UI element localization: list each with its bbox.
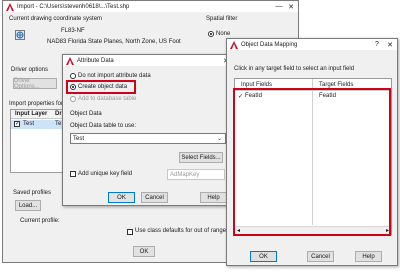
attribute-titlebar: Attribute Data ✕ <box>63 55 233 66</box>
saved-profiles-label: Saved profiles <box>13 190 52 196</box>
object-data-mapping-dialog: Object Data Mapping ? ✕ Click in any tar… <box>226 38 398 266</box>
current-coord-label: Current drawing coordinate system <box>9 16 103 22</box>
layer-table: Input Layer Dr ✓ Test Te <box>10 109 66 173</box>
object-data-table-select[interactable]: Test ⌄ <box>70 133 226 144</box>
attribute-ok-button[interactable]: OK <box>108 192 135 203</box>
close-icon[interactable]: ✕ <box>384 39 396 50</box>
key-field-input[interactable]: AdMapKey <box>167 169 225 180</box>
row-checkbox[interactable]: ✓ <box>14 121 20 127</box>
mapping-instruction: Click in any target field to select an i… <box>234 66 355 72</box>
layer-table-header: Input Layer Dr <box>11 110 65 119</box>
object-data-label: Object Data <box>70 111 102 117</box>
mapping-help-button[interactable]: Help <box>355 251 382 262</box>
unique-key-label: Add unique key field <box>78 171 133 177</box>
mapping-title: Object Data Mapping <box>241 41 298 48</box>
class-defaults-checkbox[interactable] <box>127 229 133 235</box>
unique-key-checkbox[interactable] <box>70 171 76 177</box>
database-table-radio[interactable] <box>70 96 76 102</box>
autocad-logo-icon <box>66 56 74 65</box>
select-fields-button[interactable]: Select Fields... <box>179 152 223 163</box>
no-attribute-label: Do not import attribute data <box>78 73 151 79</box>
driver-options-button[interactable]: Driver Options... <box>13 78 57 90</box>
minimize-icon[interactable]: — <box>273 1 285 12</box>
close-icon[interactable]: ✕ <box>285 1 297 12</box>
col-drawing[interactable]: Dr <box>55 111 62 117</box>
coord-description: NAD83 Florida State Planes, North Zone, … <box>47 39 181 45</box>
attribute-cancel-button[interactable]: Cancel <box>141 192 168 203</box>
autocad-logo-icon <box>230 40 238 49</box>
chevron-down-icon: ⌄ <box>216 136 222 142</box>
import-ok-button[interactable]: OK <box>133 246 155 257</box>
row-drawing: Te <box>55 121 62 127</box>
table-row[interactable]: ✓ Test Te <box>11 120 65 129</box>
spatial-none-radio[interactable] <box>208 31 214 37</box>
col-input-layer[interactable]: Input Layer <box>15 111 47 117</box>
help-icon[interactable]: ? <box>371 39 383 50</box>
object-data-table-value: Test <box>73 135 85 142</box>
mapping-cancel-button[interactable]: Cancel <box>307 251 334 262</box>
coord-code: FL83-NF <box>61 28 85 34</box>
coordinate-icon[interactable] <box>15 30 25 40</box>
mapping-highlight <box>233 88 391 236</box>
current-profile-label: Current profile: <box>20 218 60 224</box>
attribute-help-button[interactable]: Help <box>200 192 227 203</box>
attribute-data-dialog: Attribute Data ✕ Do not import attribute… <box>62 54 234 206</box>
mapping-ok-button[interactable]: OK <box>250 251 277 262</box>
key-field-value: AdMapKey <box>170 171 200 178</box>
spatial-filter-label: Spatial filter <box>206 16 238 22</box>
autocad-logo-icon <box>6 2 14 11</box>
load-button[interactable]: Load... <box>15 200 41 211</box>
import-titlebar: Import - C:\Users\stevenh0618\...\Test.s… <box>3 1 298 12</box>
table-to-use-label: Object Data table to use: <box>70 123 137 129</box>
create-object-data-highlight <box>66 80 136 94</box>
driver-options-label: Driver options <box>11 67 49 73</box>
class-defaults-label: Use class defaults for out of range <box>135 228 227 234</box>
mapping-titlebar: Object Data Mapping ? ✕ <box>227 39 397 50</box>
row-layer: Test <box>23 121 35 127</box>
import-title: Import - C:\Users\stevenh0618\...\Test.s… <box>17 3 130 10</box>
spatial-none-label: None <box>216 31 231 37</box>
attribute-title: Attribute Data <box>77 57 114 64</box>
database-table-label: Add to database table <box>78 96 137 102</box>
no-attribute-radio[interactable] <box>70 73 76 79</box>
